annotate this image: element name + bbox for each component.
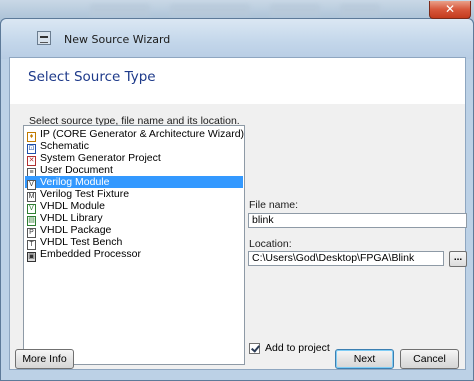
location-label: Location: <box>249 238 292 250</box>
list-item-vhdl-test-bench[interactable]: T VHDL Test Bench <box>25 236 243 250</box>
list-item-schematic[interactable]: ⊡ Schematic <box>25 140 243 154</box>
add-to-project-label: Add to project <box>265 342 330 354</box>
more-info-button[interactable]: More Info <box>15 349 74 369</box>
file-name-input[interactable]: blink <box>248 213 467 228</box>
close-button[interactable]: ✕ <box>429 1 471 19</box>
title-bar: New Source Wizard ✕ <box>1 1 473 59</box>
window-title: New Source Wizard <box>64 33 171 46</box>
wizard-body: Select Source Type Select source type, f… <box>9 57 467 370</box>
browse-button[interactable]: ... <box>449 251 467 267</box>
next-button[interactable]: Next <box>335 349 394 369</box>
list-item-verilog-test-fixture[interactable]: M Verilog Test Fixture <box>25 188 243 202</box>
location-input[interactable]: C:\Users\God\Desktop\FPGA\Blink <box>248 251 444 266</box>
header-panel: Select Source Type <box>10 58 465 104</box>
list-item-user-document[interactable]: ≡ User Document <box>25 164 243 178</box>
processor-icon: ▣ <box>27 252 36 262</box>
ise-app-icon <box>37 31 51 45</box>
list-item-system-generator[interactable]: ✕ System Generator Project <box>25 152 243 166</box>
source-type-list[interactable]: ♦ IP (CORE Generator & Architecture Wizar… <box>23 125 245 365</box>
cancel-button[interactable]: Cancel <box>400 349 459 369</box>
list-item-verilog-module[interactable]: V Verilog Module <box>25 176 243 190</box>
list-item-vhdl-module[interactable]: V VHDL Module <box>25 200 243 214</box>
list-item-embedded-processor[interactable]: ▣ Embedded Processor <box>25 248 243 262</box>
list-item-ip[interactable]: ♦ IP (CORE Generator & Architecture Wizar… <box>25 128 244 142</box>
file-name-label: File name: <box>249 199 299 211</box>
new-source-wizard-window: New Source Wizard ✕ Select Source Type S… <box>0 1 474 381</box>
add-to-project-checkbox[interactable] <box>249 343 260 354</box>
list-item-vhdl-library[interactable]: ▤ VHDL Library <box>25 212 243 226</box>
page-title: Select Source Type <box>28 69 156 85</box>
list-item-vhdl-package[interactable]: P VHDL Package <box>25 224 243 238</box>
